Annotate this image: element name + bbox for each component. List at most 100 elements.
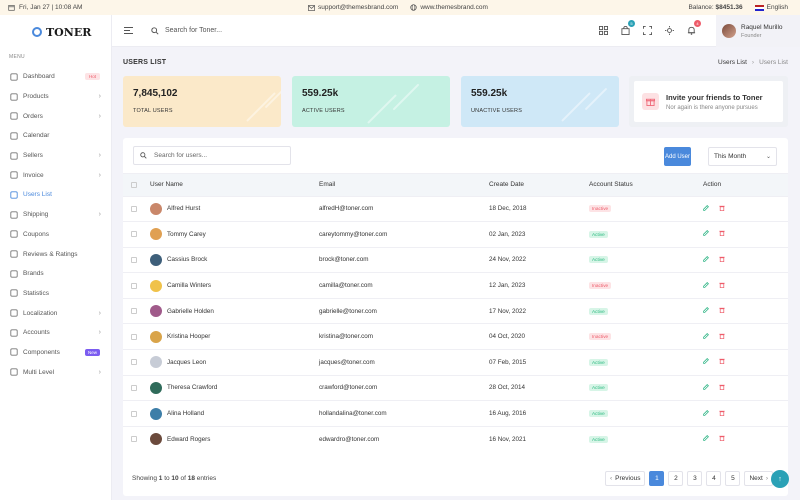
sidebar-item-orders[interactable]: Orders › (0, 106, 111, 126)
sidebar-item-invoice[interactable]: Invoice › (0, 165, 111, 185)
row-checkbox[interactable] (131, 308, 137, 315)
delete-icon[interactable] (719, 282, 725, 290)
row-select-cell[interactable] (123, 349, 150, 376)
sidebar-item-dashboard[interactable]: Dashboard Hot (0, 67, 111, 87)
brand-logo[interactable]: TONER (0, 15, 111, 49)
row-select-cell[interactable] (123, 221, 150, 248)
row-select-cell[interactable] (123, 374, 150, 401)
sidebar-item-multi-level[interactable]: Multi Level › (0, 362, 111, 382)
row-select-cell[interactable] (123, 323, 150, 350)
delete-icon[interactable] (719, 358, 725, 366)
sidebar-item-statistics[interactable]: Statistics (0, 284, 111, 304)
column-header[interactable]: Create Date (489, 174, 589, 196)
notification-bell-icon[interactable]: 4 (687, 20, 701, 35)
sidebar-item-sellers[interactable]: Sellers › (0, 146, 111, 166)
fullscreen-icon[interactable] (643, 26, 652, 35)
sidebar-item-calendar[interactable]: Calendar (0, 126, 111, 146)
hamburger-menu-icon[interactable] (124, 27, 133, 34)
users-search-input[interactable] (154, 152, 284, 159)
delete-icon[interactable] (719, 410, 725, 418)
avatar (150, 330, 162, 343)
scroll-to-top-button[interactable]: ↑ (771, 470, 789, 488)
status-badge: Active (589, 435, 608, 443)
sidebar: TONER MENU Dashboard Hot Products › Orders › C… (0, 15, 112, 500)
row-select-cell[interactable] (123, 246, 150, 273)
page-button[interactable]: 2 (668, 471, 684, 486)
select-all-cell[interactable] (123, 174, 150, 196)
header-search[interactable]: Search for Toner... (151, 26, 222, 35)
page-button[interactable]: 1 (649, 471, 665, 486)
period-select-value: This Month (714, 153, 747, 160)
gift-icon (642, 93, 659, 110)
row-checkbox[interactable] (131, 282, 137, 289)
page-button[interactable]: 4 (706, 471, 722, 486)
create-date: 28 Oct, 2014 (489, 374, 589, 401)
period-select[interactable]: This Month ⌄ (708, 147, 777, 166)
edit-icon[interactable] (703, 230, 709, 238)
page-button[interactable]: 5 (725, 471, 741, 486)
delete-icon[interactable] (719, 230, 725, 238)
edit-icon[interactable] (703, 332, 709, 341)
row-select-cell[interactable] (123, 400, 150, 427)
user-cell: Alfred Hurst (150, 202, 319, 215)
sidebar-item-brands[interactable]: Brands (0, 264, 111, 284)
row-checkbox[interactable] (131, 384, 137, 391)
edit-icon[interactable] (703, 307, 709, 315)
page-button[interactable]: 3 (687, 471, 703, 486)
users-search[interactable] (133, 146, 291, 165)
theme-toggle-icon[interactable] (665, 26, 674, 35)
row-select-cell[interactable] (123, 195, 150, 222)
row-checkbox[interactable] (131, 359, 137, 366)
row-select-cell[interactable] (123, 297, 150, 324)
sidebar-item-components[interactable]: Components New (0, 343, 111, 363)
delete-icon[interactable] (719, 435, 725, 443)
row-checkbox[interactable] (131, 231, 137, 238)
delete-icon[interactable] (719, 256, 725, 264)
add-user-button[interactable]: Add User (664, 147, 691, 166)
row-checkbox[interactable] (131, 436, 137, 443)
select-all-checkbox[interactable] (131, 181, 137, 188)
delete-icon[interactable] (719, 384, 725, 392)
language-selector[interactable]: English (754, 4, 788, 11)
delete-icon[interactable] (719, 307, 725, 315)
user-profile[interactable]: Raquel Murillo Founder (716, 15, 800, 47)
delete-icon[interactable] (719, 333, 725, 341)
localization-icon (9, 309, 18, 318)
sidebar-item-shipping[interactable]: Shipping › (0, 205, 111, 225)
sidebar-item-localization[interactable]: Localization › (0, 303, 111, 323)
stat-value: 559.25k (302, 88, 339, 99)
breadcrumb-link[interactable]: Users List (718, 59, 747, 66)
row-select-cell[interactable] (123, 272, 150, 299)
edit-icon[interactable] (703, 281, 709, 290)
edit-icon[interactable] (703, 358, 709, 366)
sidebar-item-label: Calendar (23, 132, 50, 140)
column-header[interactable]: User Name (150, 174, 319, 196)
support-email[interactable]: support@themesbrand.com (308, 4, 398, 11)
website-link[interactable]: www.themesbrand.com (410, 4, 488, 11)
sidebar-item-users-list[interactable]: Users List (0, 185, 111, 205)
next-page-button[interactable]: Next › (744, 471, 773, 486)
row-checkbox[interactable] (131, 256, 137, 263)
edit-icon[interactable] (703, 409, 709, 418)
avatar (150, 433, 162, 446)
flag-icon (754, 4, 764, 11)
sidebar-item-coupons[interactable]: Coupons (0, 225, 111, 245)
delete-icon[interactable] (719, 205, 725, 213)
sidebar-item-products[interactable]: Products › (0, 87, 111, 107)
column-header[interactable]: Account Status (589, 174, 703, 196)
edit-icon[interactable] (703, 204, 709, 213)
create-date: 17 Nov, 2022 (489, 297, 589, 324)
sidebar-item-reviews-ratings[interactable]: Reviews & Ratings (0, 244, 111, 264)
sidebar-item-accounts[interactable]: Accounts › (0, 323, 111, 343)
apps-grid-icon[interactable] (599, 26, 608, 35)
row-checkbox[interactable] (131, 410, 137, 417)
row-checkbox[interactable] (131, 205, 137, 212)
row-checkbox[interactable] (131, 333, 137, 340)
column-header[interactable]: Email (319, 174, 489, 196)
cart-icon[interactable]: 5 (621, 20, 635, 35)
edit-icon[interactable] (703, 256, 709, 264)
edit-icon[interactable] (703, 384, 709, 392)
edit-icon[interactable] (703, 435, 709, 443)
previous-page-button[interactable]: ‹ Previous (604, 471, 646, 486)
row-select-cell[interactable] (123, 425, 150, 452)
